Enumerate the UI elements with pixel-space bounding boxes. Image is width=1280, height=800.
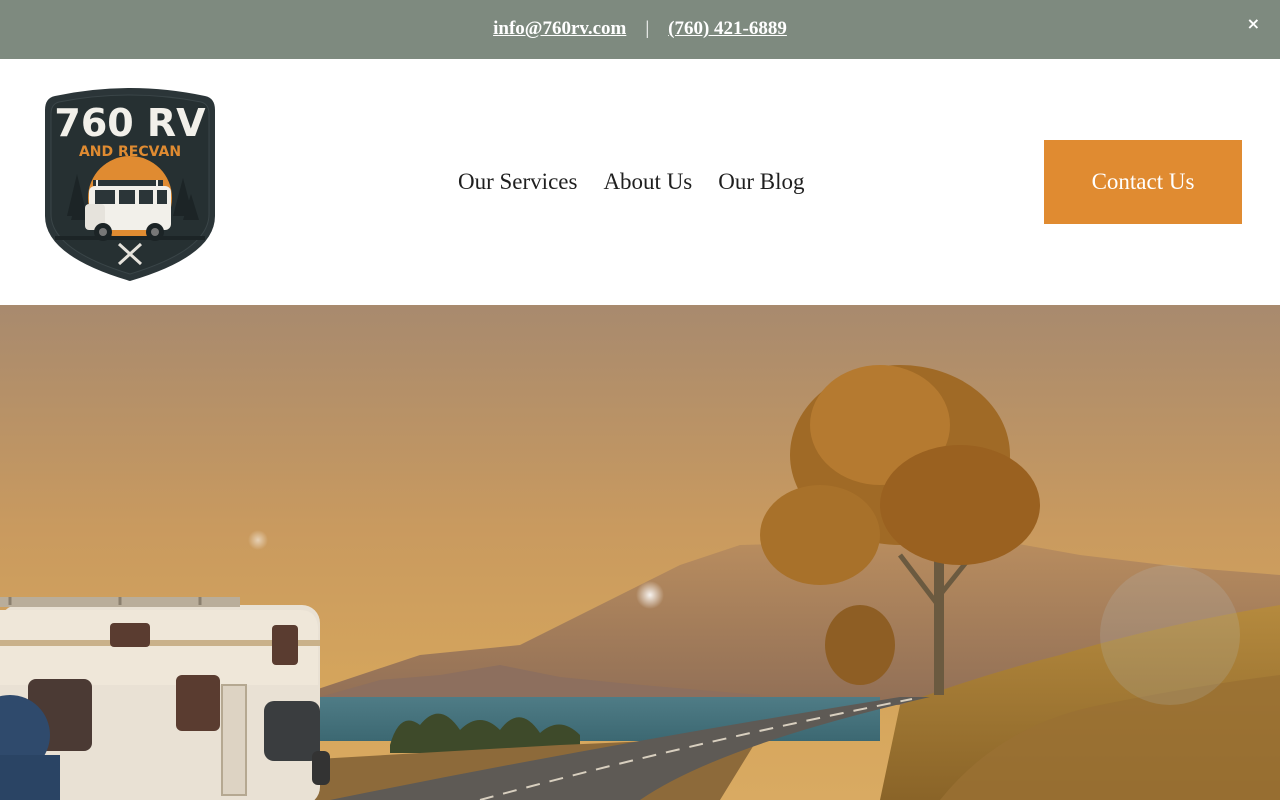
contact-us-button[interactable]: Contact Us <box>1044 140 1242 224</box>
hero-scene <box>0 305 1280 800</box>
nav-our-blog[interactable]: Our Blog <box>718 167 804 197</box>
email-link[interactable]: info@760rv.com <box>493 18 626 39</box>
close-announcement-icon[interactable]: × <box>1247 14 1260 33</box>
site-header: 760 RV AND RECVAN Our Services About Us … <box>0 59 1280 305</box>
phone-link[interactable]: (760) 421-6889 <box>668 18 787 39</box>
main-nav: Our Services About Us Our Blog <box>458 167 805 197</box>
hero-image <box>0 305 1280 800</box>
nav-our-services[interactable]: Our Services <box>458 167 577 197</box>
logo-subtitle: AND RECVAN <box>79 144 181 160</box>
announcement-contact: info@760rv.com | (760) 421-6889 <box>0 18 1280 40</box>
nav-about-us[interactable]: About Us <box>603 167 692 197</box>
logo-title: 760 RV <box>54 101 206 145</box>
contact-separator: | <box>645 18 650 39</box>
site-logo[interactable]: 760 RV AND RECVAN <box>45 86 215 282</box>
announcement-bar: info@760rv.com | (760) 421-6889 × <box>0 0 1280 59</box>
logo-badge: 760 RV AND RECVAN <box>45 88 215 281</box>
